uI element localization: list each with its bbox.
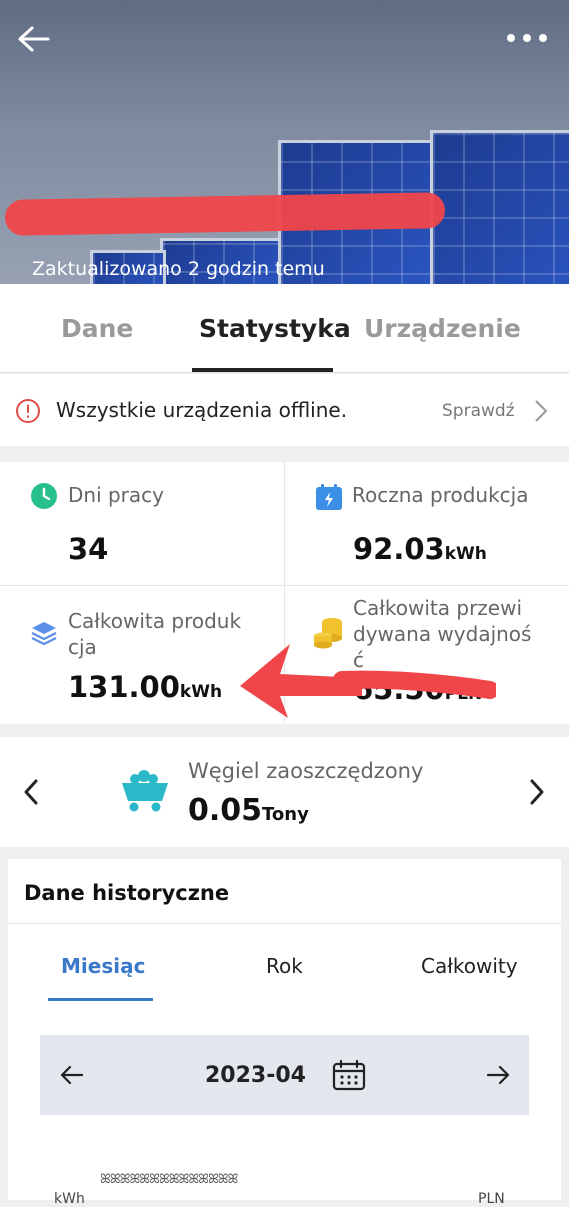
last-updated-text: Zaktualizowano 2 godzin temu <box>32 258 325 280</box>
tab-year[interactable]: Rok <box>266 954 303 978</box>
alert-message: Wszystkie urządzenia offline. <box>56 398 348 422</box>
solar-panel-image <box>430 130 569 284</box>
coal-saved: 0.05Tony <box>188 793 309 828</box>
arrow-right-icon[interactable] <box>484 1063 512 1087</box>
tab-urzadzenie[interactable]: Urządzenie <box>364 314 521 343</box>
coal-cart-icon <box>122 770 168 812</box>
offline-alert[interactable]: Wszystkie urządzenia offline. Sprawdź <box>0 374 569 446</box>
history-title: Dane historyczne <box>24 881 230 905</box>
arrow-left-icon[interactable] <box>58 1063 86 1087</box>
tab-total[interactable]: Całkowity <box>421 954 518 978</box>
more-dots-icon <box>507 34 547 42</box>
total-production-label: Całkowita produk cja <box>68 609 242 659</box>
more-options-button[interactable] <box>503 28 551 48</box>
coal-saved-label: Węgiel zaoszczędzony <box>188 759 424 783</box>
arrow-left-icon <box>18 26 50 52</box>
total-production-unit: kWh <box>179 682 223 702</box>
yearly-production-value: 92.03 <box>353 532 445 566</box>
coal-saved-value: 0.05 <box>188 793 263 828</box>
chevron-right-icon <box>535 400 548 422</box>
total-production: 131.00kWh <box>68 670 222 704</box>
tab-dane[interactable]: Dane <box>61 314 133 343</box>
history-card: Dane historyczne Miesiąc Rok Całkowity 2… <box>8 859 561 1207</box>
coal-saved-unit: Tony <box>262 804 309 825</box>
divider <box>0 585 569 586</box>
tab-statystyka[interactable]: Statystyka <box>199 314 351 343</box>
check-link[interactable]: Sprawdź <box>442 401 515 421</box>
back-button[interactable] <box>14 20 54 60</box>
active-history-tab-indicator <box>48 998 153 1001</box>
clock-icon <box>31 483 57 509</box>
chart-axis-right-unit: PLN <box>478 1191 505 1207</box>
work-days-value: 34 <box>68 532 109 566</box>
date-selector: 2023-04 <box>40 1035 529 1115</box>
annotation-arrow <box>240 644 496 718</box>
warning-icon <box>16 399 40 423</box>
header-banner: Zaktualizowano 2 godzin temu <box>0 0 569 284</box>
active-tab-indicator <box>192 368 333 372</box>
chart-axis-left-unit: kWh <box>54 1191 85 1207</box>
yearly-production: 92.03kWh <box>353 532 487 566</box>
chart-legend-icons: ꕤꕤꕤꕤꕤꕤꕤꕤꕤꕤꕤꕤꕤꕤ <box>100 1172 238 1187</box>
tab-month[interactable]: Miesiąc <box>61 954 145 978</box>
redaction-scribble <box>4 192 446 236</box>
chevron-left-icon[interactable] <box>20 777 42 807</box>
selected-date: 2023-04 <box>205 1063 306 1088</box>
total-production-value: 131.00 <box>68 670 180 704</box>
yearly-production-unit: kWh <box>444 544 487 564</box>
yearly-production-label: Roczna produkcja <box>352 483 529 507</box>
chevron-right-icon[interactable] <box>526 777 548 807</box>
calendar-icon[interactable] <box>332 1059 366 1091</box>
layers-icon <box>31 622 57 646</box>
coal-saved-card: Węgiel zaoszczędzony 0.05Tony <box>0 737 569 847</box>
work-days-label: Dni pracy <box>68 483 164 507</box>
calendar-bolt-icon <box>316 484 342 510</box>
main-tabs: Dane Statystyka Urządzenie <box>0 284 569 373</box>
divider <box>8 923 561 924</box>
